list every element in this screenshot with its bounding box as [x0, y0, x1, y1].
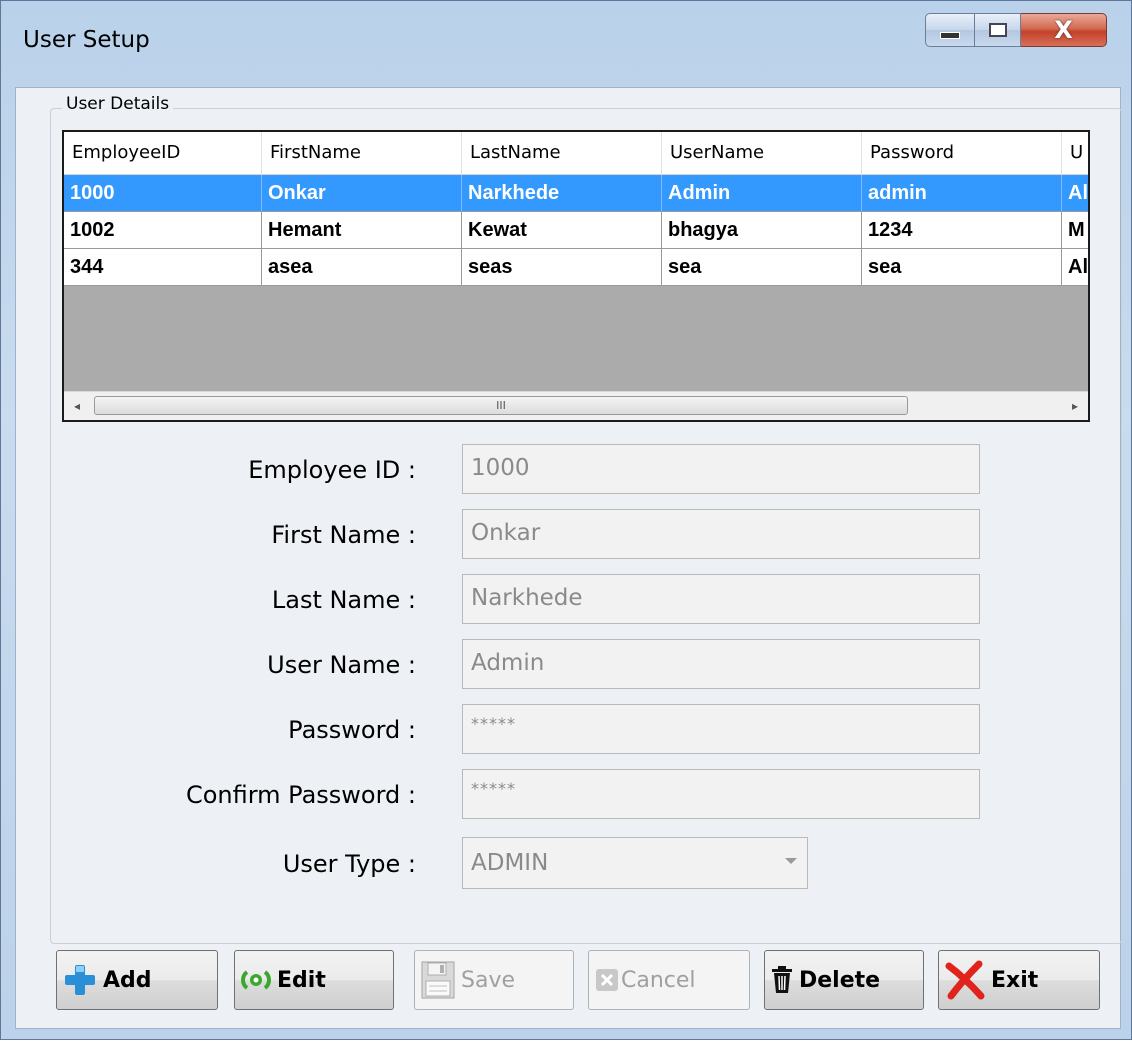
column-header-usertype[interactable]: U	[1062, 132, 1088, 174]
table-row[interactable]: 1000 Onkar Narkhede Admin admin Al	[64, 175, 1088, 212]
employee-id-field[interactable]: 1000	[462, 444, 980, 494]
table-cell[interactable]: M	[1062, 212, 1088, 248]
edit-button-label: Edit	[277, 967, 326, 993]
first-name-field[interactable]: Onkar	[462, 509, 980, 559]
password-field[interactable]: *****	[462, 704, 980, 754]
table-cell[interactable]: asea	[262, 249, 462, 285]
close-button[interactable]: X	[1021, 13, 1107, 47]
plus-icon	[63, 963, 97, 997]
table-cell[interactable]: 344	[64, 249, 262, 285]
table-cell[interactable]: admin	[862, 175, 1062, 211]
table-cell[interactable]: Hemant	[262, 212, 462, 248]
save-button-label: Save	[461, 967, 516, 993]
table-cell[interactable]: 1234	[862, 212, 1062, 248]
save-button[interactable]: Save	[414, 950, 574, 1010]
first-name-label: First Name :	[271, 521, 416, 549]
column-header-lastname[interactable]: LastName	[462, 132, 662, 174]
last-name-label: Last Name :	[271, 586, 416, 614]
column-header-username[interactable]: UserName	[662, 132, 862, 174]
user-name-field[interactable]: Admin	[462, 639, 980, 689]
scroll-right-icon[interactable]: ▸	[1062, 392, 1088, 420]
user-type-value: ADMIN	[471, 850, 549, 876]
horizontal-scrollbar[interactable]: ◂ III ▸	[64, 391, 1088, 420]
table-row[interactable]: 1002 Hemant Kewat bhagya 1234 M	[64, 212, 1088, 249]
minimize-button[interactable]	[925, 13, 975, 47]
table-cell[interactable]: Narkhede	[462, 175, 662, 211]
users-grid[interactable]: EmployeeID FirstName LastName UserName P…	[62, 130, 1090, 422]
edit-icon	[241, 968, 271, 992]
table-cell[interactable]: sea	[662, 249, 862, 285]
user-details-label: User Details	[62, 94, 174, 114]
maximize-button[interactable]	[975, 13, 1021, 47]
delete-button-label: Delete	[799, 967, 881, 993]
grid-header: EmployeeID FirstName LastName UserName P…	[64, 132, 1088, 175]
column-header-employeeid[interactable]: EmployeeID	[64, 132, 262, 174]
table-cell[interactable]: seas	[462, 249, 662, 285]
title-bar[interactable]: User Setup X	[1, 1, 1131, 87]
maximize-icon	[988, 23, 1007, 37]
cancel-icon	[595, 968, 619, 992]
red-x-icon	[945, 960, 985, 1000]
user-setup-window: User Setup X User Details EmployeeID Fir…	[0, 0, 1132, 1040]
table-cell[interactable]: 1000	[64, 175, 262, 211]
window-controls: X	[925, 13, 1107, 47]
user-type-label: User Type :	[282, 850, 416, 878]
save-icon	[421, 961, 455, 999]
edit-button[interactable]: Edit	[234, 950, 394, 1010]
table-cell[interactable]: Onkar	[262, 175, 462, 211]
column-header-password[interactable]: Password	[862, 132, 1062, 174]
table-cell[interactable]: sea	[862, 249, 1062, 285]
table-cell[interactable]: Al	[1062, 175, 1088, 211]
password-label: Password :	[288, 716, 416, 744]
add-button-label: Add	[103, 967, 152, 993]
user-name-label: User Name :	[267, 651, 416, 679]
table-cell[interactable]: Admin	[662, 175, 862, 211]
table-cell[interactable]: bhagya	[662, 212, 862, 248]
delete-button[interactable]: Delete	[764, 950, 924, 1010]
employee-id-label: Employee ID :	[248, 456, 416, 484]
table-row[interactable]: 344 asea seas sea sea Al	[64, 249, 1088, 286]
chevron-down-icon[interactable]	[785, 858, 797, 864]
close-icon: X	[1054, 16, 1073, 44]
table-cell[interactable]: 1002	[64, 212, 262, 248]
trash-icon	[771, 966, 793, 994]
table-cell[interactable]: Al	[1062, 249, 1088, 285]
scroll-left-icon[interactable]: ◂	[64, 392, 90, 420]
scroll-thumb[interactable]: III	[94, 396, 908, 415]
confirm-password-field[interactable]: *****	[462, 769, 980, 819]
confirm-password-label: Confirm Password :	[185, 781, 416, 809]
table-cell[interactable]: Kewat	[462, 212, 662, 248]
cancel-button[interactable]: Cancel	[588, 950, 750, 1010]
cancel-button-label: Cancel	[621, 967, 696, 993]
exit-button-label: Exit	[991, 967, 1039, 993]
window-title: User Setup	[23, 27, 150, 53]
last-name-field[interactable]: Narkhede	[462, 574, 980, 624]
add-button[interactable]: Add	[56, 950, 218, 1010]
user-type-select[interactable]: ADMIN	[462, 837, 808, 889]
column-header-firstname[interactable]: FirstName	[262, 132, 462, 174]
minimize-icon	[940, 31, 960, 39]
exit-button[interactable]: Exit	[938, 950, 1100, 1010]
client-area: User Details EmployeeID FirstName LastNa…	[15, 87, 1122, 1029]
